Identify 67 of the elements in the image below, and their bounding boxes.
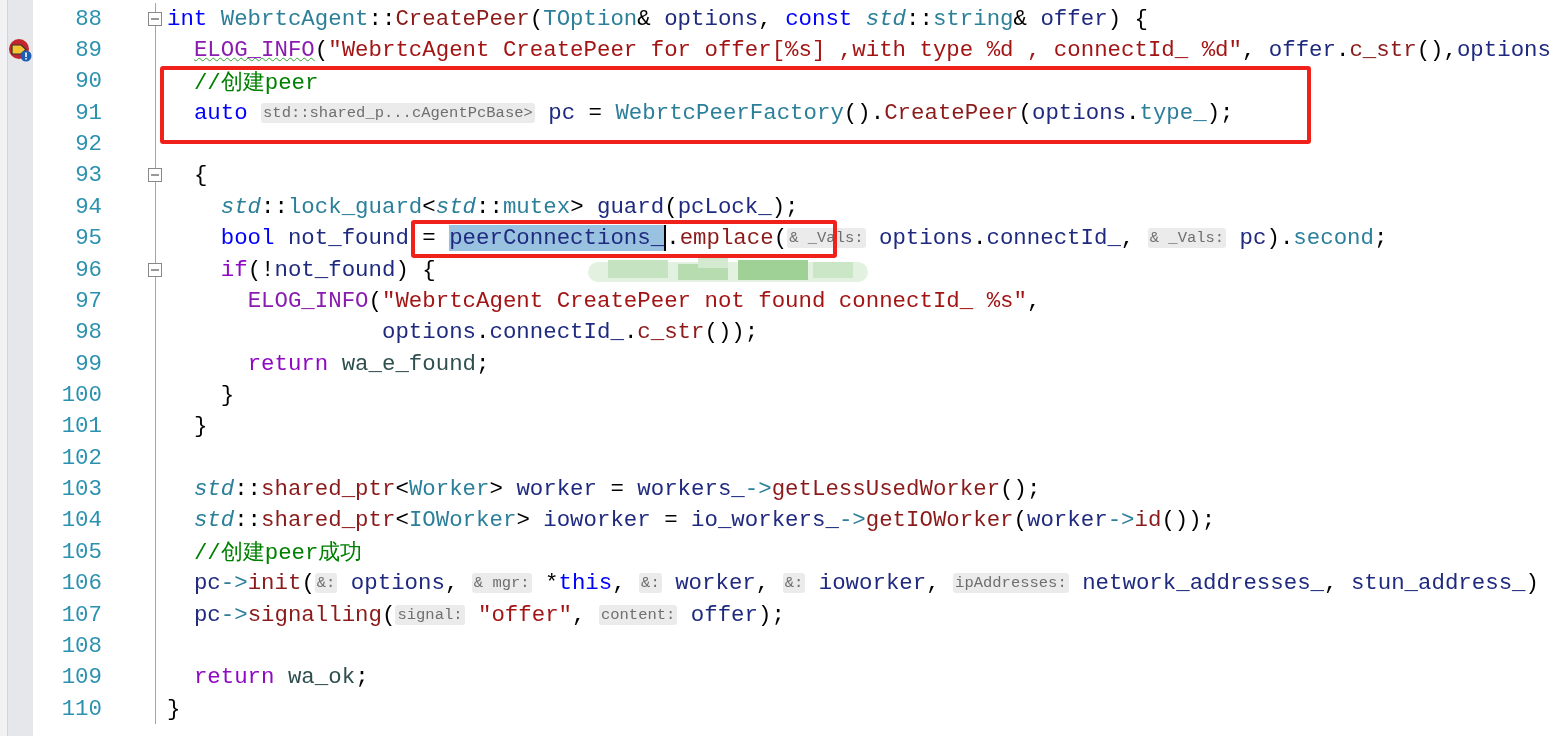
inlay-hint: content: bbox=[598, 604, 678, 625]
line-number: 96 bbox=[74, 256, 102, 283]
line-number: 108 bbox=[60, 632, 102, 659]
line-number: 107 bbox=[60, 601, 102, 628]
code-line: ELOG_INFO("WebrtcAgent CreatePeer for offer[%s] ,with type %d , connectId_ %d", offer.c_str(),options bbox=[192, 37, 1551, 64]
code-text: offer); bbox=[689, 601, 785, 628]
code-line: std::shared_ptr<IOWorker> ioworker = io_workers_->getIOWorker(worker->id()); bbox=[192, 507, 1216, 534]
line-number: 109 bbox=[60, 664, 102, 691]
code-line: { bbox=[192, 162, 208, 189]
line-number: 93 bbox=[74, 162, 102, 189]
line-number: 100 bbox=[60, 382, 102, 408]
line-number: 101 bbox=[60, 413, 102, 440]
collapse-icon[interactable] bbox=[148, 168, 162, 183]
collapse-icon[interactable] bbox=[148, 262, 162, 277]
code-text: pc = WebrtcPeerFactory().CreatePeer(options.type_); bbox=[547, 99, 1234, 126]
code-text: pc->signalling( bbox=[192, 601, 396, 628]
code-line: return wa_e_found; bbox=[246, 350, 490, 377]
code-line: if(!not_found) { bbox=[219, 256, 436, 283]
code-text: *this, bbox=[544, 570, 627, 597]
code-text: pc->init( bbox=[192, 570, 315, 597]
code-line: options.connectId_.c_str()); bbox=[381, 319, 759, 346]
code-line: int WebrtcAgent::CreatePeer(TOption& options, const std::string& offer) { bbox=[167, 5, 1148, 32]
code-text: options.connectId_, bbox=[878, 225, 1136, 252]
inlay-hint: & _Vals: bbox=[1147, 228, 1227, 249]
line-number: 98 bbox=[74, 319, 102, 346]
code-text: .emplace( bbox=[666, 225, 788, 252]
inlay-hint: ipAddresses: bbox=[953, 573, 1069, 594]
code-line: //创建peer成功 bbox=[192, 539, 363, 568]
code-line: //创建peer bbox=[192, 68, 319, 97]
code-line: std::lock_guard<std::mutex> guard(pcLock_); bbox=[219, 193, 799, 220]
line-number: 104 bbox=[60, 507, 102, 534]
code-line: std::shared_ptr<Worker> worker = workers_->getLessUsedWorker(); bbox=[192, 476, 1041, 503]
code-line: ELOG_INFO("WebrtcAgent CreatePeer not found connectId_ %s", bbox=[246, 287, 1041, 314]
inlay-hint: &: bbox=[314, 573, 338, 594]
inlay-hint: std::shared_p...cAgentPcBase> bbox=[261, 102, 535, 123]
collapse-icon[interactable] bbox=[148, 11, 162, 26]
code-text: auto bbox=[192, 99, 248, 126]
line-number: 105 bbox=[60, 538, 102, 565]
line-number: 106 bbox=[60, 570, 102, 597]
line-number: 94 bbox=[74, 193, 102, 220]
breakpoint-warning-icon[interactable] bbox=[8, 38, 32, 63]
inlay-hint: &: bbox=[782, 573, 806, 594]
code-text: worker, bbox=[674, 570, 771, 597]
code-line: } bbox=[219, 382, 235, 408]
line-number: 91 bbox=[74, 99, 102, 126]
line-number: 97 bbox=[74, 287, 102, 314]
code-text: network_addresses_, stun_address_) bbox=[1081, 570, 1539, 597]
code-line: return wa_ok; bbox=[192, 664, 369, 691]
line-number: 89 bbox=[74, 37, 102, 64]
line-number: 95 bbox=[74, 225, 102, 252]
code-text: bool not_found = bbox=[219, 225, 437, 252]
line-number: 103 bbox=[60, 476, 102, 503]
code-text: pc).second; bbox=[1238, 225, 1388, 252]
line-number: 88 bbox=[74, 5, 102, 32]
line-number: 90 bbox=[74, 68, 102, 95]
code-line: } bbox=[167, 695, 181, 722]
code-text: ioworker, bbox=[817, 570, 941, 597]
line-number: 102 bbox=[60, 444, 102, 471]
inlay-hint: &: bbox=[639, 573, 662, 594]
inlay-hint: signal: bbox=[395, 604, 465, 625]
line-number: 99 bbox=[74, 350, 102, 377]
code-text: options, bbox=[349, 570, 460, 597]
line-number: 110 bbox=[60, 695, 102, 722]
code-line: } bbox=[192, 413, 208, 440]
inlay-hint: & mgr: bbox=[471, 573, 532, 594]
line-number: 92 bbox=[74, 131, 102, 158]
code-text: "offer", bbox=[477, 601, 587, 628]
